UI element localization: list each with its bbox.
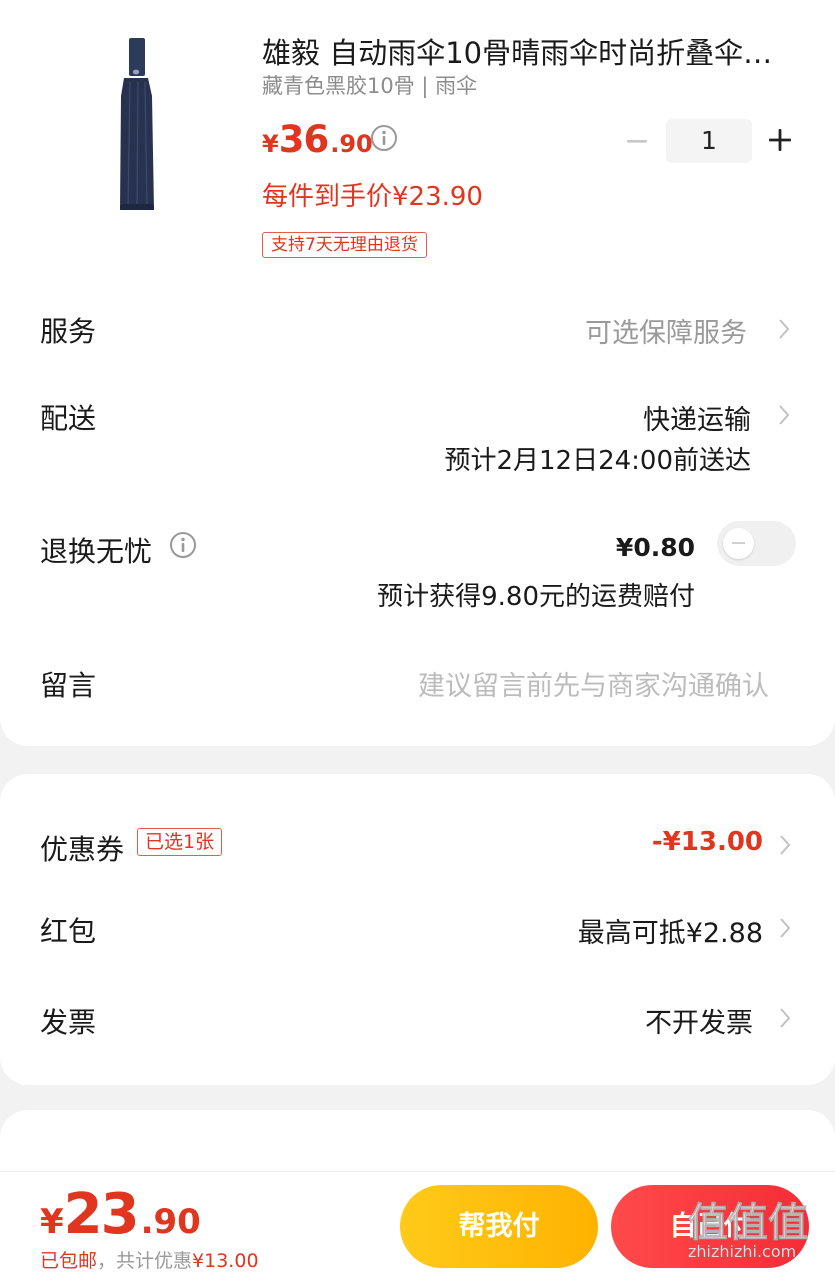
increase-quantity-button[interactable] <box>766 126 794 154</box>
coupon-label: 优惠券 <box>40 833 125 866</box>
pay-myself-button[interactable]: 自己付 <box>611 1185 809 1268</box>
price-integer: 36 <box>278 118 329 161</box>
product-title[interactable]: 雄毅 自动雨伞10骨晴雨伞时尚折叠伞广… <box>262 30 792 72</box>
return-insurance-label: 退换无忧 <box>40 535 153 568</box>
red-packet-label: 红包 <box>40 915 97 948</box>
quantity-input[interactable]: 1 <box>666 119 752 163</box>
delivery-eta: 预计2月12日24:00前送达 <box>444 446 751 476</box>
total-price: ¥ 23 .90 <box>40 1182 201 1247</box>
return-insurance-toggle[interactable] <box>717 521 796 566</box>
return-insurance-note: 预计获得9.80元的运费赔付 <box>377 582 695 612</box>
chevron-right-icon[interactable] <box>779 834 791 856</box>
service-value[interactable]: 可选保障服务 <box>585 311 747 350</box>
return-insurance-price: ¥0.80 <box>615 533 695 562</box>
chevron-right-icon[interactable] <box>778 404 790 426</box>
info-icon[interactable] <box>370 124 398 152</box>
decrease-quantity-button[interactable] <box>624 128 650 154</box>
discount-card: 优惠券 已选1张 -¥13.00 红包 最高可抵¥2.88 发票 不开发票 <box>0 774 835 1085</box>
coupon-value[interactable]: -¥13.00 <box>652 827 763 857</box>
invoice-label: 发票 <box>40 1006 97 1039</box>
toggle-knob <box>723 528 754 559</box>
chevron-right-icon[interactable] <box>779 1007 791 1029</box>
free-shipping-text: 已包邮 <box>40 1250 98 1272</box>
invoice-value[interactable]: 不开发票 <box>645 1001 753 1040</box>
message-label: 留言 <box>40 669 97 702</box>
info-icon[interactable] <box>169 531 197 559</box>
coupon-selected-badge: 已选1张 <box>137 828 223 856</box>
total-decimal: .90 <box>140 1202 201 1242</box>
delivery-label: 配送 <box>40 402 97 435</box>
umbrella-image <box>120 38 154 210</box>
unit-price: 每件到手价¥23.90 <box>262 182 483 212</box>
message-input[interactable]: 建议留言前先与商家沟通确认 <box>418 664 769 703</box>
product-sku[interactable]: 藏青色黑胶10骨 | 雨伞 <box>262 70 477 100</box>
service-label: 服务 <box>40 315 97 348</box>
red-packet-value[interactable]: 最高可抵¥2.88 <box>578 911 763 950</box>
return-policy-badge: 支持7天无理由退货 <box>262 232 427 258</box>
help-me-pay-button[interactable]: 帮我付 <box>400 1185 598 1268</box>
price-currency: ¥ <box>262 130 279 158</box>
price-decimal: .90 <box>330 130 373 158</box>
total-integer: 23 <box>63 1182 140 1247</box>
separator: ， <box>97 1250 117 1272</box>
total-currency: ¥ <box>40 1202 64 1242</box>
product-price: ¥ 36 .90 <box>262 118 373 161</box>
delivery-method[interactable]: 快递运输 <box>643 398 751 437</box>
discount-note: 共计优惠 <box>116 1250 193 1272</box>
order-card: 雄毅 自动雨伞10骨晴雨伞时尚折叠伞广… 藏青色黑胶10骨 | 雨伞 ¥ 36 … <box>0 0 835 746</box>
order-confirm-page: 雄毅 自动雨伞10骨晴雨伞时尚折叠伞广… 藏青色黑胶10骨 | 雨伞 ¥ 36 … <box>0 0 835 1279</box>
checkout-bar: ¥ 23 .90 已包邮，共计优惠¥13.00 帮我付 自己付 值值值 zhiz… <box>0 1172 835 1279</box>
chevron-right-icon[interactable] <box>778 318 790 340</box>
total-note: 已包邮，共计优惠¥13.00 <box>40 1246 259 1273</box>
discount-amount: ¥13.00 <box>192 1250 259 1272</box>
chevron-right-icon[interactable] <box>779 917 791 939</box>
